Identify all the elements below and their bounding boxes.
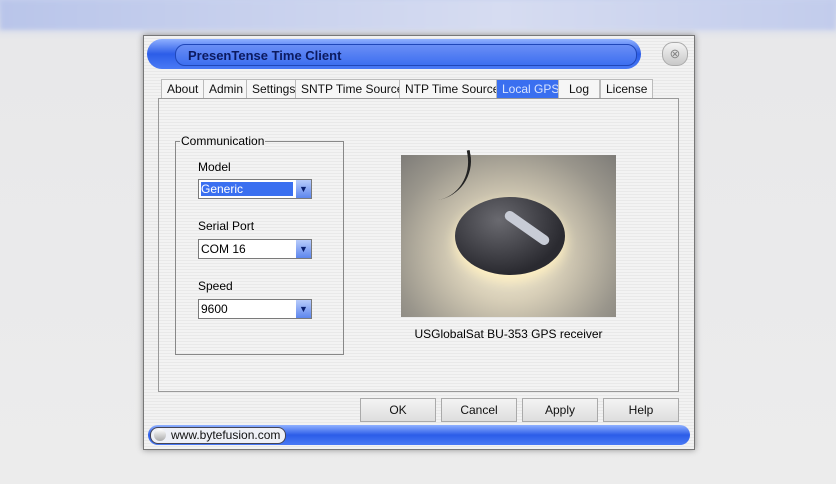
model-label: Model bbox=[198, 160, 231, 174]
model-value: Generic bbox=[201, 182, 293, 196]
gps-receiver-image bbox=[401, 149, 616, 317]
chevron-down-icon[interactable]: ▼ bbox=[296, 180, 311, 198]
tab-ntp-time-source[interactable]: NTP Time Source bbox=[399, 79, 506, 99]
title-bar[interactable]: PresenTense Time Client bbox=[147, 39, 641, 69]
communication-label: Communication bbox=[180, 134, 266, 148]
close-icon: ⊗ bbox=[669, 46, 681, 61]
chevron-down-icon[interactable]: ▼ bbox=[296, 300, 311, 318]
tab-settings[interactable]: Settings bbox=[246, 79, 302, 99]
website-link[interactable]: www.bytefusion.com bbox=[150, 427, 287, 444]
serial-port-label: Serial Port bbox=[198, 219, 255, 233]
help-button[interactable]: Help bbox=[603, 398, 679, 422]
title-pill: PresenTense Time Client bbox=[175, 44, 637, 66]
cancel-button[interactable]: Cancel bbox=[441, 398, 517, 422]
image-caption: USGlobalSat BU-353 GPS receiver bbox=[414, 327, 603, 341]
tab-about[interactable]: About bbox=[161, 79, 205, 99]
tab-log[interactable]: Log bbox=[558, 79, 600, 99]
status-dot-icon bbox=[154, 429, 166, 441]
ok-button[interactable]: OK bbox=[360, 398, 436, 422]
close-button[interactable]: ⊗ bbox=[662, 42, 688, 66]
cable bbox=[407, 149, 478, 205]
serial-port-select[interactable]: COM 16 ▼ bbox=[198, 239, 312, 259]
tab-license[interactable]: License bbox=[600, 79, 654, 99]
status-bar: www.bytefusion.com bbox=[148, 425, 690, 445]
model-select[interactable]: Generic ▼ bbox=[198, 179, 312, 199]
gps-logo bbox=[502, 208, 552, 248]
chevron-down-icon[interactable]: ▼ bbox=[296, 240, 311, 258]
tab-admin[interactable]: Admin bbox=[203, 79, 250, 99]
serial-port-value: COM 16 bbox=[201, 242, 246, 256]
app-window: PresenTense Time Client ⊗ About Admin Se… bbox=[143, 35, 695, 450]
tab-sntp-time-source[interactable]: SNTP Time Source bbox=[295, 79, 410, 99]
speed-label: Speed bbox=[198, 279, 233, 293]
background bbox=[0, 0, 836, 30]
local-gps-panel: Communication Model Generic ▼ Serial Port… bbox=[158, 98, 679, 392]
communication-group: Communication Model Generic ▼ Serial Port… bbox=[175, 134, 344, 355]
apply-button[interactable]: Apply bbox=[522, 398, 598, 422]
speed-select[interactable]: 9600 ▼ bbox=[198, 299, 312, 319]
gps-puck bbox=[455, 197, 565, 275]
tab-local-gps[interactable]: Local GPS bbox=[496, 79, 566, 99]
window-title: PresenTense Time Client bbox=[188, 48, 342, 63]
website-link-text: www.bytefusion.com bbox=[171, 428, 281, 442]
speed-value: 9600 bbox=[201, 302, 228, 316]
